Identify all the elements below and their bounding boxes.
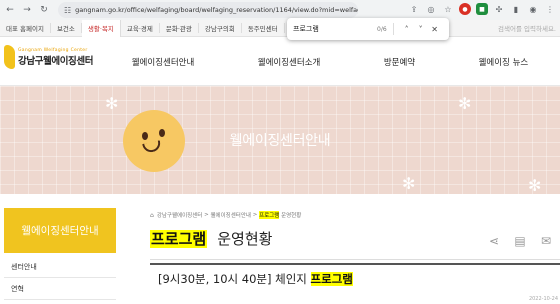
breadcrumb-separator: > xyxy=(250,212,260,218)
breadcrumb-item[interactable]: 강남구웰에이징센터 xyxy=(157,211,203,219)
address-bar[interactable]: ☷ gangnam.go.kr/office/welfaging/board/w… xyxy=(58,2,358,18)
post-header: [9시30분, 10시 40분] 체인지 프로그램 xyxy=(150,263,560,293)
visibility-icon[interactable]: ◎ xyxy=(425,3,437,15)
breadcrumb-separator: > xyxy=(202,212,211,218)
logo-korean-text: 강남구웰에이징센터 xyxy=(18,55,94,67)
page-title-highlight: 프로그램 xyxy=(150,230,208,248)
back-icon[interactable]: ← xyxy=(3,3,17,17)
post-title: [9시30분, 10시 40분] 체인지 프로그램 xyxy=(158,271,353,287)
flower-decoration-icon: ✻ xyxy=(458,94,472,113)
bookmark-icon[interactable]: ✉ xyxy=(538,233,554,249)
find-in-page-bar: 프로그램 0/6 ˄ ˅ ✕ xyxy=(287,18,449,40)
flower-decoration-icon: ✻ xyxy=(528,176,542,194)
find-input[interactable]: 프로그램 xyxy=(293,24,363,34)
main-navigation: 웰에이징센터안내 웰에이징센터소개 방문예약 웰에이징 뉴스 xyxy=(100,37,560,86)
profile-icon[interactable]: ◉ xyxy=(527,3,539,15)
forward-icon[interactable]: → xyxy=(20,3,34,17)
gov-link-health[interactable]: 보건소 xyxy=(51,23,82,33)
logo-mark-icon xyxy=(4,45,15,69)
browser-actions: ⇪ ◎ ☆ ● ■ ✣ ▮ ◉ ⋮ xyxy=(408,3,556,15)
gov-link-community[interactable]: 동주민센터 xyxy=(242,23,285,33)
flower-decoration-icon: ✻ xyxy=(105,94,119,113)
gov-link-welfare[interactable]: 생활·복지 xyxy=(81,19,121,37)
nav-item-center-intro[interactable]: 웰에이징센터소개 xyxy=(258,56,321,68)
content-divider xyxy=(150,259,560,260)
chevron-up-icon[interactable]: ˄ xyxy=(400,25,414,34)
page-tools: ⋖ ▤ ✉ xyxy=(486,233,554,249)
print-icon[interactable]: ▤ xyxy=(512,233,528,249)
post-date: 2022-10-24 xyxy=(528,296,558,302)
menu-icon[interactable]: ⋮ xyxy=(544,3,556,15)
page-title-rest: 운영현황 xyxy=(217,230,273,248)
nav-item-visit-reservation[interactable]: 방문예약 xyxy=(384,56,415,68)
gov-link-culture[interactable]: 문화·관광 xyxy=(160,23,199,33)
share-icon[interactable]: ⇪ xyxy=(408,3,420,15)
nav-item-center-guide[interactable]: 웰에이징센터안내 xyxy=(132,56,195,68)
share-icon[interactable]: ⋖ xyxy=(486,233,502,249)
find-match-count: 0/6 xyxy=(377,25,387,33)
puzzle-icon[interactable]: ✣ xyxy=(493,3,505,15)
home-icon[interactable]: ⌂ xyxy=(150,212,154,219)
sidebar-item-center-guide[interactable]: 센터안내 xyxy=(4,256,116,278)
gov-link-education[interactable]: 교육·경제 xyxy=(121,23,160,33)
close-icon[interactable]: ✕ xyxy=(428,25,442,34)
sidebar-icon[interactable]: ▮ xyxy=(510,3,522,15)
extension-icon[interactable]: ■ xyxy=(476,3,488,15)
gov-site-links: 대표 홈페이지 보건소 생활·복지 교육·경제 문화·관광 강남구의회 동주민센… xyxy=(0,19,560,37)
browser-toolbar: ← → ↻ ☷ gangnam.go.kr/office/welfaging/b… xyxy=(0,0,560,20)
gov-link-main[interactable]: 대표 홈페이지 xyxy=(0,23,51,33)
bookmark-star-icon[interactable]: ☆ xyxy=(442,3,454,15)
site-logo[interactable]: Gangnam Welfaging Center 강남구웰에이징센터 xyxy=(4,45,93,69)
site-search-input[interactable]: 검색어를 입력하세요. xyxy=(498,23,556,33)
breadcrumb: ⌂ 강남구웰에이징센터 > 웰에이징센터안내 > 프로그램 운영현황 xyxy=(150,211,301,219)
nav-item-news[interactable]: 웰에이징 뉴스 xyxy=(479,56,529,68)
breadcrumb-current-rest: 운영현황 xyxy=(281,213,302,219)
post-title-highlight: 프로그램 xyxy=(310,272,353,286)
sidebar-title: 웰에이징센터안내 xyxy=(4,208,116,253)
url-text: gangnam.go.kr/office/welfaging/board/wel… xyxy=(75,6,358,14)
breadcrumb-current-highlight: 프로그램 xyxy=(259,211,280,219)
banner-title: 웰에이징센터안내 xyxy=(229,133,331,149)
reload-icon[interactable]: ↻ xyxy=(37,3,51,17)
flower-decoration-icon: ✻ xyxy=(402,174,416,193)
page-banner: ✻ ✻ ✻ ✻ 웰에이징센터안내 xyxy=(0,86,560,194)
sidebar-item-history[interactable]: 연혁 xyxy=(4,278,116,300)
breadcrumb-item[interactable]: 웰에이징센터안내 xyxy=(210,211,250,219)
extension-icon[interactable]: ● xyxy=(459,3,471,15)
chevron-down-icon[interactable]: ˅ xyxy=(414,25,428,34)
gov-link-council[interactable]: 강남구의회 xyxy=(199,23,242,33)
post-title-prefix: [9시30분, 10시 40분] 체인지 xyxy=(158,272,307,286)
find-divider xyxy=(392,23,394,35)
site-info-icon[interactable]: ☷ xyxy=(64,6,71,15)
site-header: Gangnam Welfaging Center 강남구웰에이징센터 웰에이징센… xyxy=(0,37,560,86)
page-title: 프로그램 운영현황 xyxy=(150,228,272,249)
